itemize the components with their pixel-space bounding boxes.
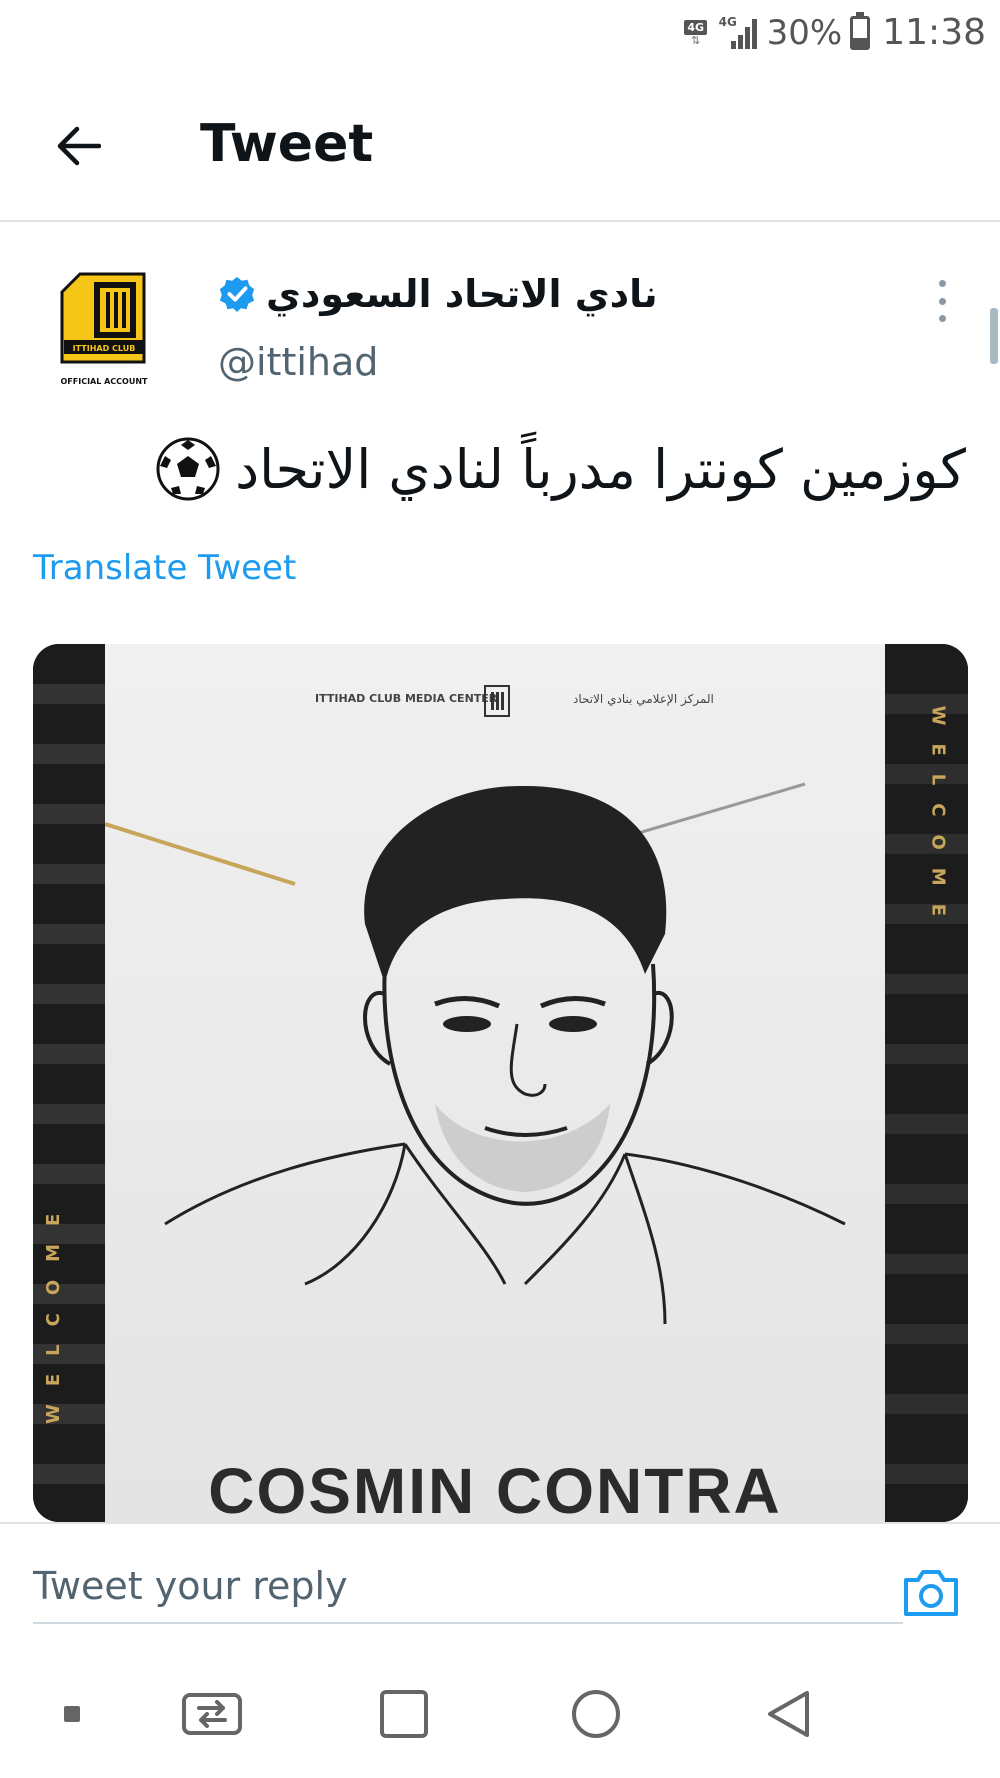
tweet-text: كوزمين كونترا مدرباً لنادي الاتحاد [155, 436, 966, 502]
square-icon [380, 1690, 428, 1738]
circle-icon [572, 1690, 620, 1738]
translate-tweet-link[interactable]: Translate Tweet [33, 548, 296, 588]
reply-input[interactable] [33, 1550, 903, 1624]
status-bar: 4G ⇅ 4G 30% 11:38 [0, 0, 1000, 70]
nav-notch-button[interactable] [52, 1686, 92, 1742]
welcome-text-right: WELCOME [927, 705, 948, 934]
author-name[interactable]: نادي الاتحاد السعودي [218, 272, 658, 316]
welcome-text-left: WELCOME [43, 1196, 64, 1424]
coach-name-title: COSMIN CONTRA [208, 1455, 782, 1522]
top-app-bar: Tweet [0, 70, 1000, 222]
arrow-left-icon [57, 126, 101, 166]
avatar[interactable]: ITTIHAD CLUB OFFICIAL ACCOUNT [52, 262, 160, 392]
tweet-text-content: كوزمين كونترا مدرباً لنادي الاتحاد [235, 437, 966, 501]
nav-back-button[interactable] [762, 1686, 814, 1742]
nav-switch-app-button[interactable] [180, 1686, 244, 1742]
coach-portrait [105, 782, 846, 1325]
verified-badge-icon [219, 276, 255, 313]
camera-button[interactable] [902, 1566, 960, 1618]
media-brand-ar: المركز الإعلامي بنادي الاتحاد [573, 692, 714, 706]
network-type-icon: 4G ⇅ [681, 19, 711, 46]
tweet-media-image[interactable]: WELCOME WELCOME ITTIHAD CLUB MEDIA CENTE… [33, 644, 968, 1522]
camera-icon [904, 1570, 958, 1616]
battery-icon [850, 11, 871, 50]
soccer-ball-icon [156, 437, 220, 501]
ittihad-club-logo: ITTIHAD CLUB OFFICIAL ACCOUNT [60, 272, 148, 386]
media-brand-en: ITTIHAD CLUB MEDIA CENTER [315, 692, 498, 705]
page-title: Tweet [200, 114, 374, 174]
battery-fill [853, 38, 868, 47]
small-square-icon [64, 1706, 80, 1722]
nav-recent-apps-button[interactable] [378, 1686, 430, 1742]
signal-label: 4G [718, 14, 737, 29]
reply-bar [0, 1522, 1000, 1648]
triangle-back-icon [768, 1691, 809, 1737]
avatar-text-bottom: OFFICIAL ACCOUNT [60, 377, 148, 386]
system-nav-bar [0, 1648, 1000, 1778]
nav-home-button[interactable] [570, 1686, 622, 1742]
signal-strength-icon: 4G [719, 15, 759, 51]
clock: 11:38 [882, 12, 986, 53]
club-crest-icon [484, 685, 510, 717]
status-indicators: 4G ⇅ 4G 30% 11:38 [681, 11, 986, 53]
network-badge-label: 4G [684, 19, 708, 35]
author-name-text: نادي الاتحاد السعودي [266, 272, 658, 316]
avatar-text-top: ITTIHAD CLUB [73, 344, 136, 353]
more-options-icon[interactable] [936, 280, 948, 322]
battery-percent: 30% [766, 12, 843, 53]
scrollbar[interactable] [990, 308, 998, 364]
back-button[interactable] [48, 118, 108, 174]
author-handle[interactable]: @ittihad [218, 340, 378, 384]
switch-apps-icon [182, 1693, 242, 1735]
